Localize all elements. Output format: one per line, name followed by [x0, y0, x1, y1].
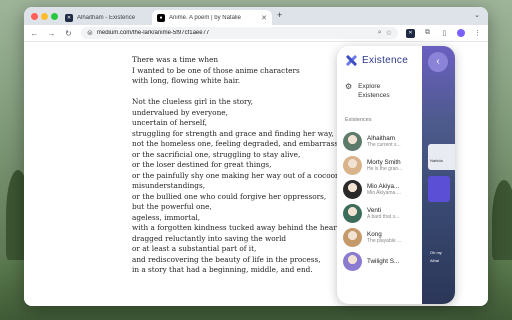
existence-favicon-icon: ✕ — [65, 13, 73, 22]
collapse-panel-button[interactable]: ‹ — [428, 52, 448, 72]
existence-name: Morty Smith — [367, 158, 401, 166]
poem-line: in a story that had a beginning, middle,… — [132, 265, 313, 274]
poem-line: There was a time when — [132, 55, 219, 64]
existence-name: Twilight S... — [367, 257, 400, 265]
poem-line: misunderstandings, — [132, 181, 206, 190]
reload-icon[interactable]: ↻ — [64, 29, 73, 38]
existence-list-item[interactable]: Kong The playable ... — [343, 225, 423, 249]
existence-text: Morty Smith He is the gran... — [367, 159, 409, 172]
existence-list-item[interactable]: Twilight S... — [343, 249, 423, 273]
poem-line: or the bullied one who could forgive her… — [132, 191, 327, 201]
poem-line: with long, flowing white hair. — [132, 76, 241, 85]
poem-line: undervalued by everyone, — [132, 107, 228, 117]
maximize-window-button[interactable] — [51, 13, 58, 20]
avatar — [343, 179, 362, 199]
tab-title: Alhaitham - Existence — [77, 14, 136, 21]
side-panel-icon[interactable]: ▯ — [440, 29, 449, 37]
existence-text: Twilight S... — [367, 258, 409, 265]
panel-background-preview: Nahida Oh my Alhai — [422, 46, 455, 304]
poem-line: or the painfully shy one making her way … — [132, 170, 350, 180]
poem-line: struggling for strength and grace and fi… — [132, 128, 334, 138]
existence-logo-icon — [345, 54, 358, 67]
avatar — [343, 203, 362, 223]
existence-text: Kong The playable ... — [367, 231, 409, 244]
existence-text: Venti A bard that s... — [367, 207, 409, 220]
poem-line: not the homeless one, feeling degraded, … — [132, 139, 350, 148]
background-tree — [492, 180, 512, 260]
existence-text: Mio Akiya... Mio Akiyama ... — [367, 183, 409, 196]
tab-medium-poem[interactable]: ● Anime. A poem | by Natalie ✕ — [152, 10, 272, 25]
existence-name: Alhaitham — [367, 134, 396, 142]
existence-list-item[interactable]: Alhaitham The current s... — [343, 129, 423, 153]
brand: Existence — [345, 54, 408, 67]
existence-description: The current s... — [367, 141, 401, 148]
menu-kebab-icon[interactable]: ⋮ — [473, 29, 482, 37]
existence-list: Alhaitham The current s... Morty Smith He i… — [343, 129, 423, 273]
minimize-window-button[interactable] — [41, 13, 48, 20]
preview-card — [428, 144, 455, 170]
avatar — [343, 131, 362, 151]
existence-description: A bard that s... — [367, 213, 400, 220]
preview-card — [428, 176, 450, 202]
brand-name: Existence — [362, 55, 409, 66]
section-label: Existences — [345, 117, 372, 123]
poem-line: or at least a substantial part of it, — [132, 244, 257, 253]
existence-extension-icon[interactable]: ✕ — [406, 28, 415, 38]
existence-name: Venti — [367, 206, 382, 214]
avatar — [343, 155, 362, 175]
explore-existences-link[interactable]: ⚙ Explore Existences — [345, 82, 398, 100]
medium-favicon-icon: ● — [157, 13, 165, 22]
poem-line: or the sacrificial one, struggling to st… — [132, 149, 301, 159]
poem-line: but the powerful one, — [132, 202, 212, 211]
poem-line: and rediscovering the beauty of life in … — [132, 254, 321, 264]
tab-title: Anime. A poem | by Natalie — [169, 14, 241, 21]
poem-line: Not the clueless girl in the story, — [132, 97, 253, 106]
preview-text: Oh my — [430, 250, 442, 255]
poem-stanza: There was a time when I wanted to be one … — [132, 55, 362, 87]
poem-body: There was a time when I wanted to be one … — [132, 55, 362, 286]
existence-side-panel: Nahida Oh my Alhai ‹ Existence ⚙ Explore… — [337, 46, 455, 304]
existence-text: Alhaitham The current s... — [367, 135, 409, 148]
address-bar[interactable]: ⊜ medium.com/the-lark/anime-5f97cf1aee77… — [81, 27, 398, 39]
poem-line: I wanted to be one of those anime charac… — [132, 65, 300, 75]
browser-toolbar: ← → ↻ ⊜ medium.com/the-lark/anime-5f97cf… — [24, 25, 488, 42]
existence-list-item[interactable]: Venti A bard that s... — [343, 201, 423, 225]
close-window-button[interactable] — [31, 13, 38, 20]
back-icon[interactable]: ← — [30, 29, 39, 38]
site-info-icon[interactable]: ⊜ — [87, 29, 93, 37]
profile-avatar[interactable] — [457, 29, 465, 37]
close-tab-icon[interactable]: ✕ — [261, 14, 267, 22]
existence-list-item[interactable]: Morty Smith He is the gran... — [343, 153, 423, 177]
extensions-puzzle-icon[interactable]: ⧉ — [423, 29, 432, 37]
title-bar: ✕ Alhaitham - Existence ● Anime. A poem … — [24, 7, 488, 25]
preview-text: Alhai — [430, 258, 439, 263]
poem-line: uncertain of herself, — [132, 118, 208, 127]
forward-icon[interactable]: → — [47, 29, 56, 38]
explore-icon: ⚙ — [345, 82, 353, 91]
zoom-icon[interactable]: ⌕ — [378, 29, 382, 37]
poem-line: or the loser destined for great things, — [132, 160, 272, 169]
poem-stanza: Not the clueless girl in the story, under… — [132, 97, 362, 276]
avatar — [343, 227, 362, 247]
existence-list-item[interactable]: Mio Akiya... Mio Akiyama ... — [343, 177, 423, 201]
url-text[interactable]: medium.com/the-lark/anime-5f97cf1aee77 — [97, 30, 374, 36]
existence-description: He is the gran... — [367, 165, 403, 172]
preview-text: Nahida — [430, 158, 443, 163]
existence-description: Mio Akiyama ... — [367, 189, 401, 196]
existence-name: Kong — [367, 230, 382, 238]
existence-description: The playable ... — [367, 237, 402, 244]
bookmark-star-icon[interactable]: ☆ — [386, 29, 392, 37]
tab-existence[interactable]: ✕ Alhaitham - Existence — [60, 10, 154, 25]
avatar — [343, 251, 362, 271]
poem-line: dragged reluctantly into saving the worl… — [132, 233, 287, 243]
existence-name: Mio Akiya... — [367, 182, 400, 190]
new-tab-button[interactable]: + — [277, 10, 282, 20]
poem-line: with a forgotten kindness tucked away be… — [132, 223, 342, 232]
poem-line: ageless, immortal, — [132, 212, 201, 222]
tab-search-icon[interactable]: ⌄ — [474, 11, 480, 19]
explore-label: Explore Existences — [358, 83, 390, 99]
